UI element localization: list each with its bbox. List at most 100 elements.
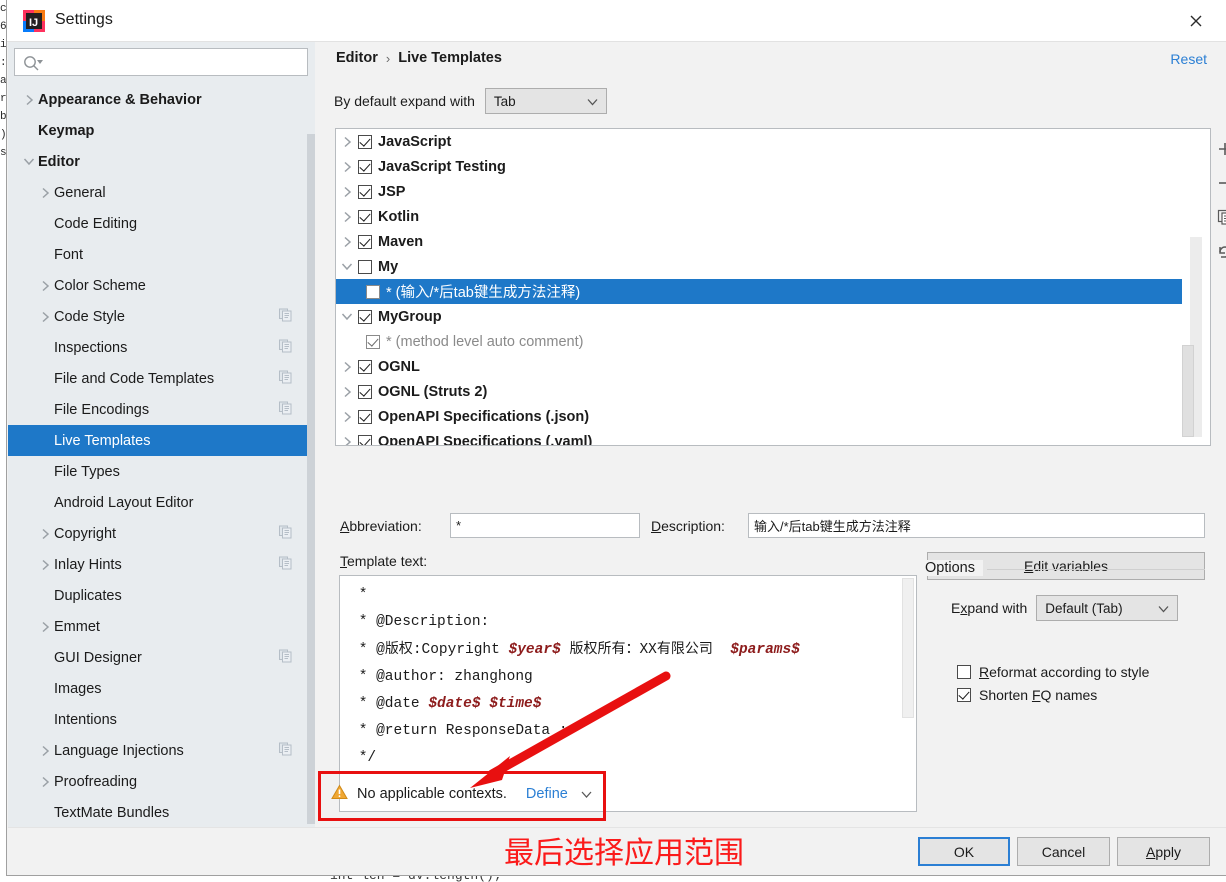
template-checkbox[interactable] <box>358 309 372 324</box>
reset-link[interactable]: Reset <box>1170 51 1207 67</box>
chevron-right-icon[interactable] <box>36 184 54 202</box>
plus-icon[interactable] <box>1214 138 1226 160</box>
template-tree-row[interactable]: JavaScript <box>336 129 1182 154</box>
sidebar-item-live-templates[interactable]: Live Templates <box>8 425 308 456</box>
reformat-checkbox[interactable] <box>957 665 971 679</box>
template-tree-row[interactable]: OpenAPI Specifications (.yaml) <box>336 429 1182 445</box>
sidebar-item-inspections[interactable]: Inspections <box>8 332 308 363</box>
sidebar-item-images[interactable]: Images <box>8 673 308 704</box>
define-link[interactable]: Define <box>526 786 568 802</box>
shorten-fq-checkbox-row[interactable]: Shorten FQ names <box>957 687 1097 703</box>
sidebar-scrollbar-thumb[interactable] <box>307 134 315 824</box>
ok-button[interactable]: OK <box>918 837 1010 866</box>
sidebar-item-font[interactable]: Font <box>8 239 308 270</box>
chevron-right-icon[interactable] <box>336 411 358 423</box>
shorten-fq-checkbox[interactable] <box>957 688 971 702</box>
chevron-down-icon[interactable] <box>581 786 592 802</box>
template-checkbox[interactable] <box>358 259 372 274</box>
tree-scrollbar-track[interactable] <box>1182 237 1202 437</box>
chevron-right-icon[interactable] <box>336 361 358 373</box>
chevron-right-icon[interactable] <box>36 525 54 543</box>
expand-with-select[interactable]: Default (Tab) <box>1036 595 1179 621</box>
sidebar-item-android-layout-editor[interactable]: Android Layout Editor <box>8 487 308 518</box>
sidebar-item-inlay-hints[interactable]: Inlay Hints <box>8 549 308 580</box>
template-checkbox[interactable] <box>358 384 372 399</box>
chevron-right-icon[interactable] <box>336 211 358 223</box>
template-checkbox[interactable] <box>358 234 372 249</box>
chevron-down-icon[interactable] <box>20 153 38 171</box>
template-checkbox[interactable] <box>358 359 372 374</box>
sidebar-item-proofreading[interactable]: Proofreading <box>8 766 308 797</box>
sidebar-item-general[interactable]: General <box>8 177 308 208</box>
sidebar-item-appearance-behavior[interactable]: Appearance & Behavior <box>8 84 308 115</box>
search-input[interactable] <box>47 49 303 75</box>
chevron-down-icon[interactable] <box>336 262 358 271</box>
search-field[interactable] <box>14 48 308 76</box>
sidebar-item-code-editing[interactable]: Code Editing <box>8 208 308 239</box>
reformat-checkbox-row[interactable]: Reformat according to style <box>957 664 1149 680</box>
revert-icon[interactable] <box>1214 240 1226 262</box>
chevron-right-icon[interactable] <box>336 136 358 148</box>
template-tree-row[interactable]: Maven <box>336 229 1182 254</box>
tree-scrollbar-thumb[interactable] <box>1182 345 1194 437</box>
chevron-right-icon[interactable] <box>36 742 54 760</box>
template-tree-row[interactable]: Kotlin <box>336 204 1182 229</box>
copy-icon[interactable] <box>1214 206 1226 228</box>
sidebar-item-code-style[interactable]: Code Style <box>8 301 308 332</box>
sidebar-item-language-injections[interactable]: Language Injections <box>8 735 308 766</box>
chevron-right-icon[interactable] <box>336 186 358 198</box>
sidebar-item-file-types[interactable]: File Types <box>8 456 308 487</box>
cancel-button[interactable]: Cancel <box>1017 837 1110 866</box>
sidebar-item-emmet[interactable]: Emmet <box>8 611 308 642</box>
template-tree-row[interactable]: My <box>336 254 1182 279</box>
settings-nav-tree[interactable]: Appearance & Behavior Keymap Editor General… <box>8 84 308 828</box>
chevron-down-icon[interactable] <box>336 312 358 321</box>
template-checkbox[interactable] <box>366 284 380 299</box>
template-checkbox[interactable] <box>358 209 372 224</box>
sidebar-item-gui-designer[interactable]: GUI Designer <box>8 642 308 673</box>
chevron-right-icon[interactable] <box>36 618 54 636</box>
chevron-right-icon[interactable] <box>36 556 54 574</box>
sidebar-item-file-and-code-templates[interactable]: File and Code Templates <box>8 363 308 394</box>
template-checkbox[interactable] <box>358 434 372 445</box>
sidebar-item-duplicates[interactable]: Duplicates <box>8 580 308 611</box>
template-tree-row[interactable]: * (输入/*后tab键生成方法注释) <box>336 279 1182 304</box>
chevron-right-icon[interactable] <box>336 386 358 398</box>
chevron-right-icon[interactable] <box>36 277 54 295</box>
editor-scrollbar-track[interactable] <box>902 577 915 810</box>
chevron-right-icon[interactable] <box>336 236 358 248</box>
template-tree-row[interactable]: OGNL (Struts 2) <box>336 379 1182 404</box>
sidebar-item-color-scheme[interactable]: Color Scheme <box>8 270 308 301</box>
template-checkbox[interactable] <box>358 159 372 174</box>
minus-icon[interactable] <box>1214 172 1226 194</box>
editor-scrollbar-thumb[interactable] <box>902 578 914 718</box>
description-input[interactable] <box>748 513 1205 538</box>
sidebar-item-copyright[interactable]: Copyright <box>8 518 308 549</box>
chevron-right-icon[interactable] <box>20 91 38 109</box>
sidebar-item-file-encodings[interactable]: File Encodings <box>8 394 308 425</box>
template-tree-row[interactable]: JavaScript Testing <box>336 154 1182 179</box>
sidebar-item-textmate-bundles[interactable]: TextMate Bundles <box>8 797 308 828</box>
template-tree-row[interactable]: JSP <box>336 179 1182 204</box>
template-tree-row[interactable]: * (method level auto comment) <box>336 329 1182 354</box>
template-checkbox[interactable] <box>366 334 380 349</box>
template-tree-row[interactable]: OGNL <box>336 354 1182 379</box>
sidebar-item-intentions[interactable]: Intentions <box>8 704 308 735</box>
sidebar-scrollbar-track[interactable] <box>307 84 315 828</box>
apply-button[interactable]: Apply <box>1117 837 1210 866</box>
close-icon[interactable] <box>1173 0 1219 41</box>
template-checkbox[interactable] <box>358 184 372 199</box>
breadcrumb-parent[interactable]: Editor <box>336 50 378 66</box>
sidebar-item-editor[interactable]: Editor <box>8 146 308 177</box>
template-checkbox[interactable] <box>358 409 372 424</box>
template-tree-row[interactable]: MyGroup <box>336 304 1182 329</box>
chevron-right-icon[interactable] <box>36 773 54 791</box>
chevron-right-icon[interactable] <box>336 161 358 173</box>
chevron-right-icon[interactable] <box>36 308 54 326</box>
abbreviation-input[interactable] <box>450 513 640 538</box>
template-checkbox[interactable] <box>358 134 372 149</box>
chevron-right-icon[interactable] <box>336 436 358 445</box>
template-tree-row[interactable]: OpenAPI Specifications (.json) <box>336 404 1182 429</box>
live-templates-tree[interactable]: JavaScript JavaScript Testing JSP Kotlin Mav… <box>336 129 1182 445</box>
sidebar-item-keymap[interactable]: Keymap <box>8 115 308 146</box>
